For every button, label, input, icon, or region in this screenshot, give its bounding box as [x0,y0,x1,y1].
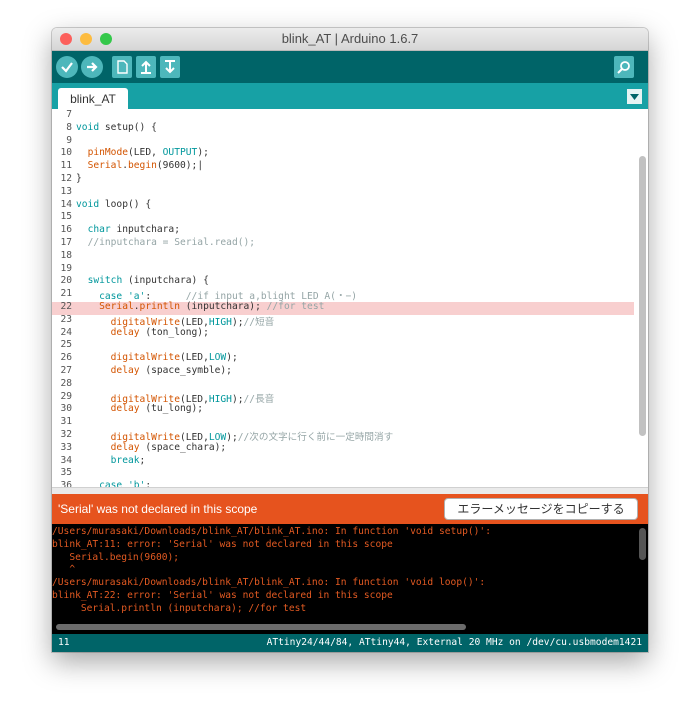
line-number: 22 [60,301,72,312]
copy-error-button[interactable]: エラーメッセージをコピーする [444,498,638,520]
code-line: pinMode(LED, OUTPUT); [87,147,209,159]
close-icon[interactable] [60,33,72,45]
code-line: digitalWrite(LED,LOW); [110,352,238,364]
console-output[interactable]: /Users/murasaki/Downloads/blink_AT/blink… [52,524,648,634]
code-line: char inputchara; [87,224,180,236]
new-button[interactable] [112,56,132,78]
line-number: 23 [60,313,72,325]
line-number: 14 [60,198,72,210]
title-bar: blink_AT | Arduino 1.6.7 [52,28,648,51]
line-number: 33 [60,441,72,453]
line-number: 34 [60,454,72,466]
line-number: 16 [60,224,72,236]
line-number: 12 [60,173,72,184]
line-number: 15 [60,211,72,223]
arrow-down-icon [165,60,175,74]
line-number: 9 [66,134,72,146]
line-number: 35 [60,467,72,479]
line-number: 21 [60,288,72,300]
line-number: 19 [60,262,72,274]
magnifier-icon [617,61,630,74]
line-number: 27 [60,365,72,376]
code-line: Serial.begin(9600);| [87,160,204,172]
code-line: //inputchara = Serial.read(); [87,237,256,248]
line-number: 25 [60,339,72,351]
line-number: 18 [60,249,72,261]
serial-monitor-button[interactable] [614,56,634,78]
line-number: 17 [60,237,72,248]
status-line-number: 11 [58,637,70,648]
line-number: 20 [60,275,72,287]
code-line: delay (ton_long); [110,326,209,338]
save-button[interactable] [160,56,180,78]
tab-bar: blink_AT [52,83,648,110]
line-number: 10 [60,147,72,159]
open-button[interactable] [136,56,156,78]
line-number: 26 [60,352,72,364]
window-title: blink_AT | Arduino 1.6.7 [281,31,419,46]
status-board-info: ATtiny24/44/84, ATtiny44, External 20 MH… [266,637,642,648]
line-number: 7 [66,109,72,120]
tab-blink-at[interactable]: blink_AT [58,88,128,110]
error-bar: 'Serial' was not declared in this scope … [52,494,648,524]
code-line: delay (space_chara); [110,441,227,453]
upload-button[interactable] [81,56,103,78]
arduino-window: blink_AT | Arduino 1.6.7 blink_AT 7 8 9 10 1… [52,28,648,652]
status-bar: 11 ATtiny24/44/84, ATtiny44, External 20… [52,634,648,652]
console-line: ^ [52,564,76,576]
line-number: 8 [66,121,72,133]
toolbar [52,51,648,83]
code-line: break; [110,454,146,466]
line-number: 36 [60,480,72,487]
console-line: Serial.println (inputchara); //for test [52,602,307,614]
tab-menu-button[interactable] [627,89,642,104]
console-hscrollbar[interactable] [56,624,466,630]
line-number: 30 [60,403,72,415]
console-line: blink_AT:11: error: 'Serial' was not dec… [52,538,393,550]
code-editor[interactable]: 7 8 9 10 11 12 13 14 15 16 17 18 19 20 21 22 23 24 25 26 27 2… [52,109,648,487]
code-line: delay (tu_long); [110,403,204,415]
line-number: 29 [60,390,72,402]
console-line: Serial.begin(9600); [52,551,180,563]
checkmark-icon [61,62,73,73]
console-line: /Users/murasaki/Downloads/blink_AT/blink… [52,577,486,589]
verify-button[interactable] [56,56,78,78]
line-number: 13 [60,185,72,197]
console-vscrollbar[interactable] [639,528,646,560]
console-line: blink_AT:22: error: 'Serial' was not dec… [52,590,393,601]
line-number: 24 [60,326,72,338]
error-message: 'Serial' was not declared in this scope [58,502,258,516]
zoom-icon[interactable] [100,33,112,45]
code-line: } [76,173,82,184]
arrow-right-icon [87,62,98,72]
line-number: 11 [60,160,72,172]
window-controls [60,33,112,45]
code-line: delay (space_symble); [110,365,232,376]
arrow-up-icon [141,60,151,74]
chevron-down-icon [630,93,639,100]
code-line: case 'b': [99,480,152,487]
editor-scrollbar[interactable] [639,156,646,436]
line-number: 28 [60,377,72,389]
minimize-icon[interactable] [80,33,92,45]
code-line: switch (inputchara) { [87,275,209,287]
code-line: void setup() { [76,121,157,133]
line-number: 31 [60,416,72,428]
code-line: Serial.println (inputchara); //for test [99,301,325,312]
code-line: void loop() { [76,198,152,210]
line-number: 32 [60,429,72,440]
console-line: /Users/murasaki/Downloads/blink_AT/blink… [52,526,491,537]
line-number-gutter: 7 8 9 10 11 12 13 14 15 16 17 18 19 20 21 22 23 24 25 26 27 2… [52,109,72,487]
new-file-icon [117,60,128,74]
